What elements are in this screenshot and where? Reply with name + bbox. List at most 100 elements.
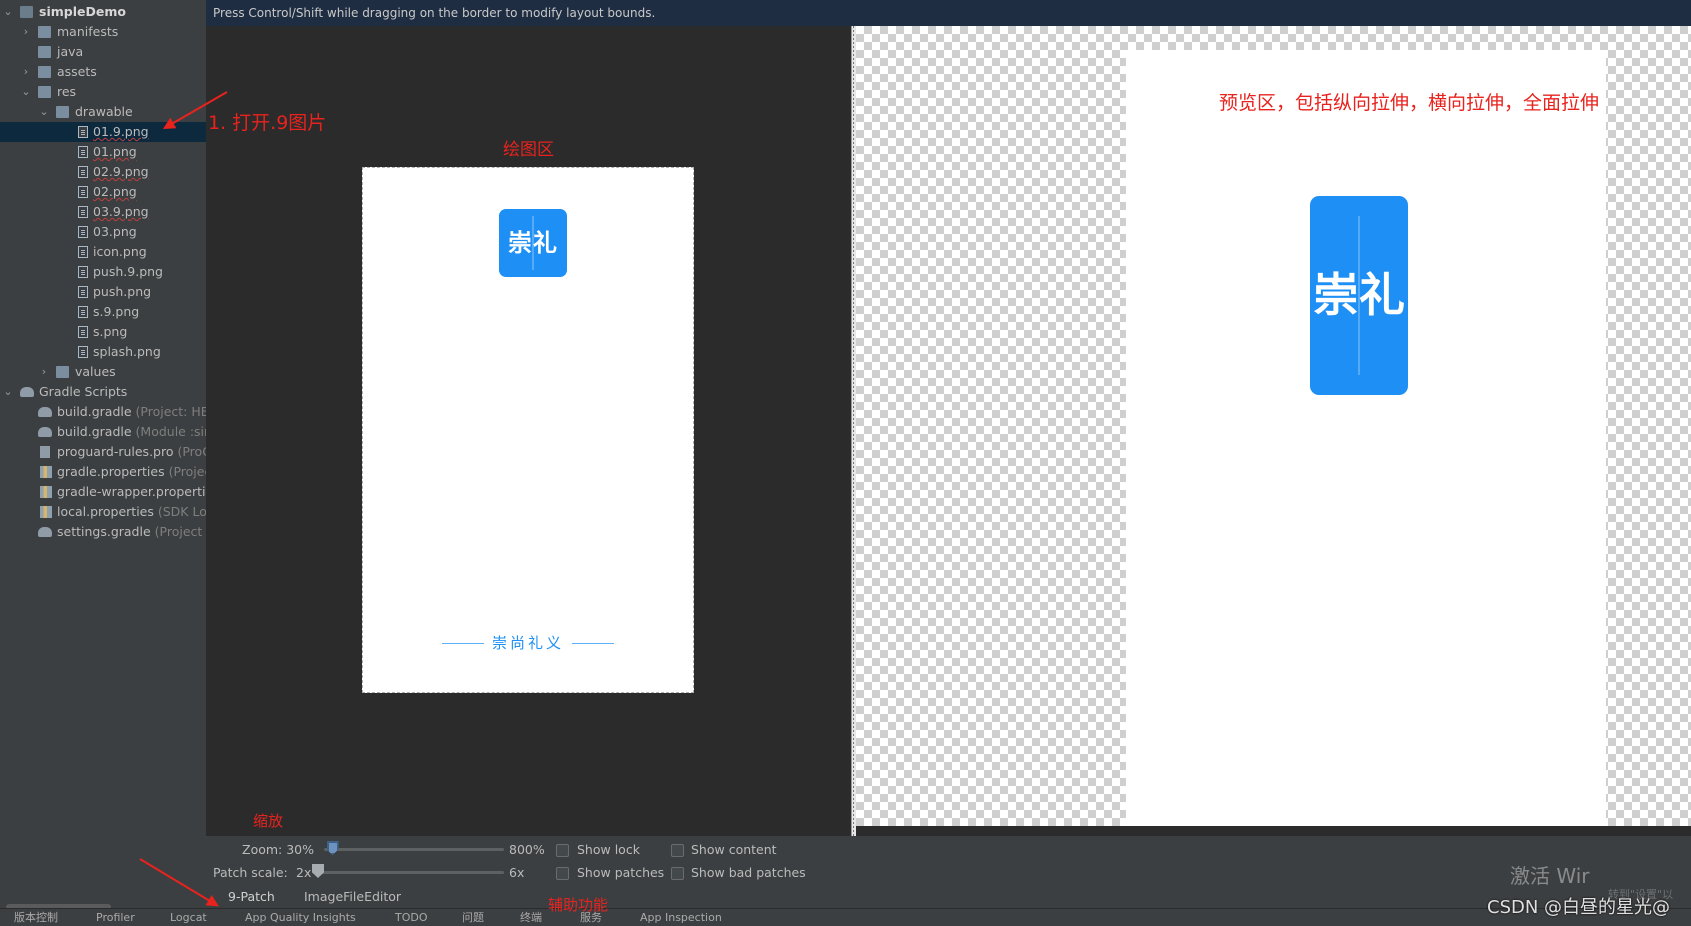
- chevron-right-icon[interactable]: ›: [20, 22, 32, 42]
- tree-item-java[interactable]: java: [0, 42, 206, 62]
- gradle-elephant-icon: [38, 427, 52, 437]
- text-file-icon: [40, 446, 50, 458]
- tree-label: 02.9.png: [93, 164, 149, 179]
- nine-patch-canvas-image[interactable]: 崇礼 崇尚礼义: [362, 167, 694, 693]
- tree-item-proguard-rules[interactable]: proguard-rules.pro (ProG: [0, 442, 206, 462]
- tree-label: proguard-rules.pro: [57, 444, 174, 459]
- image-file-icon: [78, 186, 88, 198]
- tree-item-res[interactable]: ⌄ res: [0, 82, 206, 102]
- tree-item-settings-gradle[interactable]: settings.gradle (Project Se: [0, 522, 206, 542]
- tree-label-group: build.gradle (Project: HBu: [57, 402, 206, 422]
- tree-label: build.gradle: [57, 424, 132, 439]
- tree-item-local-properties[interactable]: local.properties (SDK Loc: [0, 502, 206, 522]
- folder-icon: [38, 26, 51, 38]
- tree-item-values[interactable]: › values: [0, 362, 206, 382]
- show-lock-checkbox[interactable]: [556, 844, 569, 857]
- tree-label-hint: (Project: [168, 464, 206, 479]
- show-content-checkbox[interactable]: [671, 844, 684, 857]
- show-content-label: Show content: [691, 842, 777, 857]
- tree-label: local.properties: [57, 504, 154, 519]
- tree-root-simpledemo[interactable]: ⌄ simpleDemo: [0, 2, 206, 22]
- zoom-slider-track[interactable]: [324, 848, 504, 851]
- tree-label-hint: (Project Se: [154, 524, 206, 539]
- statusbar-logcat[interactable]: Logcat: [170, 909, 207, 926]
- annotation-open: 1. 打开.9图片: [208, 112, 327, 134]
- tree-item-01-9-png[interactable]: 01.9.png: [0, 122, 206, 142]
- tree-item-assets[interactable]: › assets: [0, 62, 206, 82]
- tree-label: s.png: [93, 324, 128, 339]
- statusbar-profiler[interactable]: Profiler: [96, 909, 135, 926]
- activation-watermark: 激活 Wir: [1510, 864, 1590, 888]
- tool-window-bar: 版本控制 Profiler Logcat App Quality Insight…: [0, 908, 1691, 926]
- chevron-right-icon[interactable]: ›: [38, 362, 50, 382]
- tree-label: manifests: [57, 24, 119, 39]
- gradle-elephant-icon: [38, 527, 52, 537]
- image-file-icon: [78, 306, 88, 318]
- patch-scale-slider-track[interactable]: [314, 871, 504, 874]
- folder-icon: [56, 106, 69, 118]
- tree-label: icon.png: [93, 244, 147, 259]
- chevron-down-icon[interactable]: ⌄: [2, 382, 14, 402]
- tree-label-group: build.gradle (Module :sim: [57, 422, 206, 442]
- annotation-preview: 预览区，包括纵向拉伸，横向拉伸，全面拉伸: [1219, 92, 1600, 114]
- tree-label: values: [75, 364, 116, 379]
- tree-label: push.9.png: [93, 264, 163, 279]
- tree-label: res: [57, 84, 77, 99]
- tree-label: 02.png: [93, 184, 137, 199]
- statusbar-todo[interactable]: TODO: [395, 909, 428, 926]
- tree-item-drawable[interactable]: ⌄ drawable: [0, 102, 206, 122]
- tree-label: gradle.properties: [57, 464, 165, 479]
- tree-label: 01.png: [93, 144, 137, 159]
- sparkle-decoration: [1358, 215, 1360, 376]
- tree-label: build.gradle: [57, 404, 132, 419]
- show-patches-checkbox[interactable]: [556, 867, 569, 880]
- tree-item-icon-png[interactable]: icon.png: [0, 242, 206, 262]
- folder-icon: [38, 66, 51, 78]
- statusbar-version-control[interactable]: 版本控制: [14, 909, 58, 926]
- tree-label: java: [57, 44, 84, 59]
- chevron-down-icon[interactable]: ⌄: [20, 82, 32, 102]
- tree-label: 03.png: [93, 224, 137, 239]
- tree-item-gradle-properties[interactable]: gradle.properties (Project: [0, 462, 206, 482]
- tree-item-s-png[interactable]: s.png: [0, 322, 206, 342]
- patch-scale-slider-thumb[interactable]: [312, 864, 324, 878]
- slogan-text: 崇尚礼义: [491, 634, 564, 652]
- patch-scale-label: Patch scale:: [213, 865, 288, 880]
- tree-item-02-png[interactable]: 02.png: [0, 182, 206, 202]
- preview-logo-tile: 崇礼: [1310, 196, 1408, 395]
- statusbar-terminal[interactable]: 终端: [520, 909, 542, 926]
- image-file-icon: [78, 146, 88, 158]
- annotation-assist: 辅助功能: [548, 896, 609, 914]
- tree-label: drawable: [75, 104, 133, 119]
- tree-item-gradle-wrapper-properties[interactable]: gradle-wrapper.propertie: [0, 482, 206, 502]
- statusbar-problems[interactable]: 问题: [462, 909, 484, 926]
- tree-item-03-png[interactable]: 03.png: [0, 222, 206, 242]
- tree-item-s-9-png[interactable]: s.9.png: [0, 302, 206, 322]
- image-file-icon: [78, 126, 88, 138]
- properties-file-icon: [40, 506, 52, 518]
- image-file-icon: [78, 166, 88, 178]
- statusbar-app-quality-insights[interactable]: App Quality Insights: [245, 909, 356, 926]
- patch-scale-max-label: 6x: [509, 865, 525, 880]
- tree-item-splash-png[interactable]: splash.png: [0, 342, 206, 362]
- tree-item-02-9-png[interactable]: 02.9.png: [0, 162, 206, 182]
- res-folder-icon: [38, 86, 51, 98]
- tree-item-build-gradle-project[interactable]: build.gradle (Project: HBu: [0, 402, 206, 422]
- sparkle-decoration: [532, 215, 534, 271]
- chevron-down-icon[interactable]: ⌄: [38, 102, 50, 122]
- tree-item-gradle-scripts[interactable]: ⌄ Gradle Scripts: [0, 382, 206, 402]
- tree-item-01-png[interactable]: 01.png: [0, 142, 206, 162]
- tree-item-push-png[interactable]: push.png: [0, 282, 206, 302]
- tree-item-manifests[interactable]: › manifests: [0, 22, 206, 42]
- tree-item-03-9-png[interactable]: 03.9.png: [0, 202, 206, 222]
- tree-item-push-9-png[interactable]: push.9.png: [0, 262, 206, 282]
- image-file-icon: [78, 206, 88, 218]
- tree-item-build-gradle-module[interactable]: build.gradle (Module :sim: [0, 422, 206, 442]
- chevron-right-icon[interactable]: ›: [20, 62, 32, 82]
- chevron-down-icon[interactable]: ⌄: [2, 2, 14, 22]
- show-bad-patches-checkbox[interactable]: [671, 867, 684, 880]
- statusbar-app-inspection[interactable]: App Inspection: [640, 909, 722, 926]
- tree-label: 01.9.png: [93, 124, 149, 139]
- zoom-slider-thumb[interactable]: [326, 841, 339, 855]
- tab-image-file-editor[interactable]: ImageFileEditor: [298, 886, 407, 908]
